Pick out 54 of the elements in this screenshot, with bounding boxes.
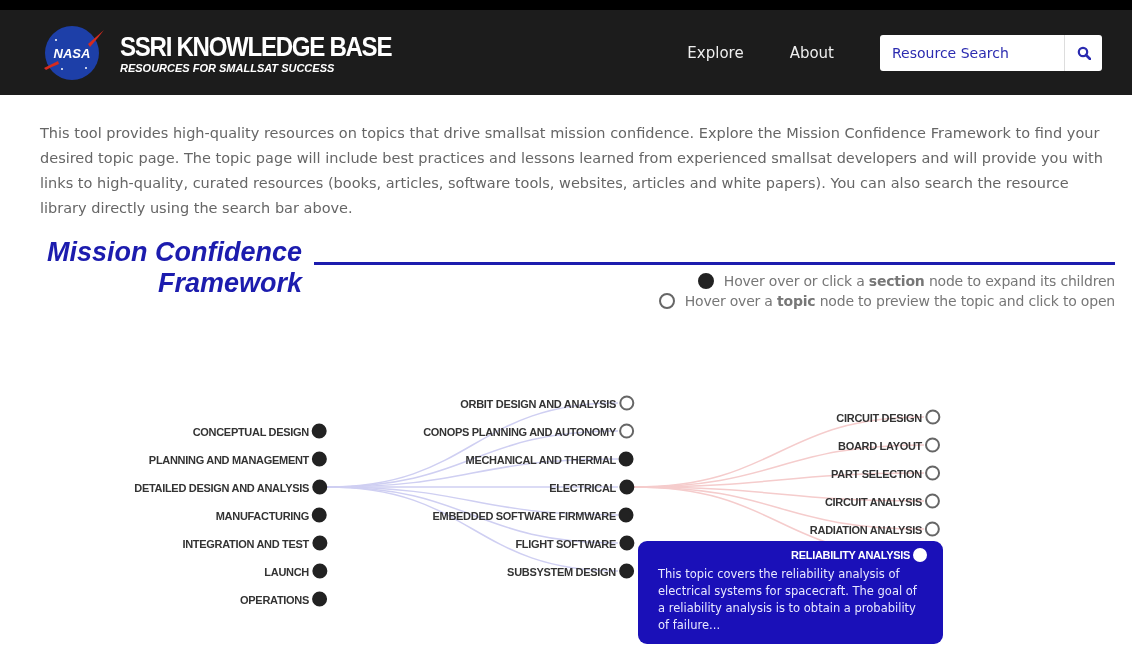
node-dot-icon <box>619 507 634 523</box>
search-icon <box>1076 45 1091 60</box>
node-dot-icon <box>619 423 634 439</box>
node-dot-icon <box>312 563 327 579</box>
topic-node[interactable]: ORBIT DESIGN AND ANALYSIS <box>460 397 616 409</box>
node-dot-icon <box>925 437 940 453</box>
section-node[interactable]: MANUFACTURING <box>215 509 309 521</box>
topic-node[interactable]: RADIATION ANALYSIS <box>809 523 922 535</box>
section-node[interactable]: FLIGHT SOFTWARE <box>515 537 616 549</box>
section-node[interactable]: SUBSYSTEM DESIGN <box>507 565 616 577</box>
topic-node[interactable]: CIRCUIT ANALYSIS <box>824 495 922 507</box>
node-dot-icon <box>925 493 940 509</box>
node-dot-icon <box>925 465 940 481</box>
search-button[interactable] <box>1064 34 1102 71</box>
node-dot-icon <box>925 521 940 537</box>
site-subtitle: RESOURCES FOR SMALLSAT SUCCESS <box>120 61 336 74</box>
section-node[interactable]: OPERATIONS <box>240 593 309 605</box>
hollow-dot-icon <box>658 293 675 309</box>
nav-link[interactable]: Explore <box>687 43 744 62</box>
node-dot-icon <box>925 409 940 425</box>
section-node[interactable]: MECHANICAL AND THERMAL <box>465 453 616 465</box>
topic-node[interactable]: CIRCUIT DESIGN <box>836 411 922 423</box>
legend-text: Hover over a topic node to preview the topic and click to open <box>684 293 1115 309</box>
section-node[interactable]: DETAILED DESIGN AND ANALYSIS <box>134 481 309 493</box>
legend-text: Hover over or click a section node to expand its children <box>723 273 1115 289</box>
site-title: SSRI KNOWLEDGE BASE <box>120 31 392 62</box>
topic-node[interactable]: BOARD LAYOUT <box>838 439 922 451</box>
section-node[interactable]: EMBEDDED SOFTWARE FIRMWARE <box>432 509 616 521</box>
node-dot-icon <box>312 451 327 467</box>
search-field[interactable]: Resource Search <box>880 34 1064 71</box>
node-dot-icon <box>312 591 327 607</box>
section-node[interactable]: INTEGRATION AND TEST <box>182 537 309 549</box>
node-dot-icon <box>913 548 927 562</box>
topic-node[interactable]: CONOPS PLANNING AND AUTONOMY <box>423 425 616 437</box>
node-dot-icon <box>619 479 634 495</box>
nav-link[interactable]: About <box>789 43 834 62</box>
filled-dot-icon <box>697 273 714 289</box>
topic-node[interactable]: PART SELECTION <box>831 467 922 479</box>
node-dot-icon <box>312 535 327 551</box>
section-node[interactable]: PLANNING AND MANAGEMENT <box>148 453 309 465</box>
node-dot-icon <box>619 563 634 579</box>
topic-preview-text: This topic covers the reliability analysis of electrical systems for spacecraft. The goal of a reliability analysis is to obtain a probability of failure... <box>658 566 918 634</box>
node-dot-icon <box>619 395 634 411</box>
node-dot-icon <box>619 535 634 551</box>
section-node[interactable]: LAUNCH <box>264 565 309 577</box>
section-node[interactable]: CONCEPTUAL DESIGN <box>192 425 309 437</box>
node-dot-icon <box>312 479 327 495</box>
node-dot-icon <box>312 423 327 439</box>
intro-paragraph: This tool provides high-quality resources on topics that drive smallsat mission confidence. Explore the Mission Confidence Framework to find your desired topic page. The topic page will include best practices and lessons learned from experienced smallsat developers and will provide you with links to high-quality, curated resources (books, articles, software tools, websites, articles and white papers). You can also search the resource library directly using the search bar above. <box>40 124 1104 218</box>
node-dot-icon <box>312 507 327 523</box>
section-node[interactable]: ELECTRICAL <box>549 481 616 493</box>
node-dot-icon <box>619 451 634 467</box>
framework-title: Mission Confidence Framework <box>45 237 302 300</box>
topic-node[interactable]: RELIABILITY ANALYSIS <box>791 549 910 561</box>
